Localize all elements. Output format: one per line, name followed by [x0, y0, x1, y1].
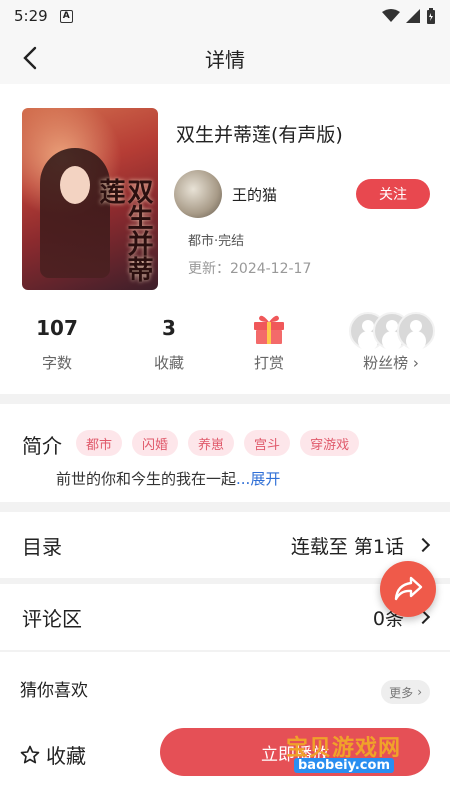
- intro-title: 简介: [22, 434, 62, 458]
- share-button[interactable]: [380, 561, 436, 617]
- battery-icon: [427, 8, 435, 24]
- back-button[interactable]: [16, 44, 44, 72]
- author-name[interactable]: 王的猫: [232, 184, 277, 205]
- book-genre: 都市·完结: [188, 234, 245, 249]
- tag-item[interactable]: 穿游戏: [300, 430, 360, 456]
- book-title: 双生并蒂莲(有声版): [176, 124, 343, 146]
- stat-favorites-value: 3: [162, 316, 176, 340]
- watermark-url: baobeiy.com: [294, 758, 394, 773]
- gift-icon: [251, 312, 287, 344]
- stat-favorites-label: 收藏: [153, 354, 184, 372]
- chevron-right-icon: ›: [408, 354, 419, 372]
- favorite-button[interactable]: 收藏: [20, 740, 86, 769]
- tag-item[interactable]: 宫斗: [244, 430, 291, 456]
- fans-ranking-button[interactable]: 粉丝榜 ›: [336, 312, 446, 373]
- stat-words-label: 字数: [41, 354, 72, 372]
- stat-favorites: 3 收藏: [124, 312, 214, 373]
- intro-text: 前世的你和今生的我在一起...展开: [56, 470, 281, 488]
- comments-label: 评论区: [22, 606, 82, 631]
- book-cover[interactable]: 双生并蒂莲: [22, 108, 158, 290]
- fan-avatar-icon: [397, 312, 435, 350]
- recommendations-title: 猜你喜欢: [20, 681, 88, 701]
- chevron-right-icon: ›: [417, 685, 422, 699]
- signal-icon: [406, 9, 420, 23]
- watermark-logo: 宝贝游戏网 baobeiy.com: [270, 712, 430, 778]
- share-icon: [394, 576, 423, 601]
- fans-ranking-label: 粉丝榜 ›: [363, 354, 419, 372]
- catalog-label: 目录: [22, 534, 62, 559]
- page-title: 详情: [205, 47, 245, 72]
- stat-words: 107 字数: [12, 312, 102, 373]
- status-bar: 5:29 A: [0, 0, 450, 32]
- author-row: 王的猫 关注: [174, 170, 430, 218]
- cover-title-text: 双生并蒂莲: [95, 178, 153, 282]
- reward-button[interactable]: 打赏: [224, 312, 314, 373]
- chevron-right-icon: [415, 537, 431, 553]
- tag-item[interactable]: 养崽: [188, 430, 235, 456]
- tag-item[interactable]: 闪婚: [132, 430, 179, 456]
- reward-label: 打赏: [253, 354, 284, 372]
- book-update-date: 更新：2024-12-17: [188, 261, 312, 277]
- follow-button[interactable]: 关注: [356, 179, 430, 209]
- app-header: 详情: [0, 32, 450, 84]
- back-arrow-icon: [23, 46, 37, 70]
- tag-item[interactable]: 都市: [76, 430, 123, 456]
- star-icon: [20, 745, 40, 763]
- book-info-card: 双生并蒂莲 双生并蒂莲(有声版) 王的猫 关注 都市·完结 更新：2024-12…: [0, 84, 450, 394]
- stat-words-value: 107: [36, 316, 78, 340]
- status-icons: [382, 8, 436, 24]
- more-button[interactable]: 更多 ›: [381, 680, 430, 704]
- intro-section: 简介 都市 闪婚 养崽 宫斗 穿游戏 前世的你和今生的我在一起...展开: [0, 404, 450, 502]
- app-notification-icon: A: [59, 9, 73, 23]
- catalog-row[interactable]: 目录 连载至 第1话: [0, 512, 450, 578]
- tag-list: 都市 闪婚 养崽 宫斗 穿游戏: [76, 430, 360, 456]
- status-time: 5:29: [14, 7, 48, 25]
- expand-link[interactable]: ...展开: [236, 470, 280, 488]
- author-avatar[interactable]: [174, 170, 222, 218]
- fans-avatars: [341, 312, 441, 350]
- stats-row: 107 字数 3 收藏 打赏 粉丝榜 ›: [0, 312, 450, 382]
- favorite-label: 收藏: [46, 744, 86, 768]
- wifi-icon: [382, 9, 400, 22]
- catalog-value: 连载至 第1话: [291, 532, 431, 559]
